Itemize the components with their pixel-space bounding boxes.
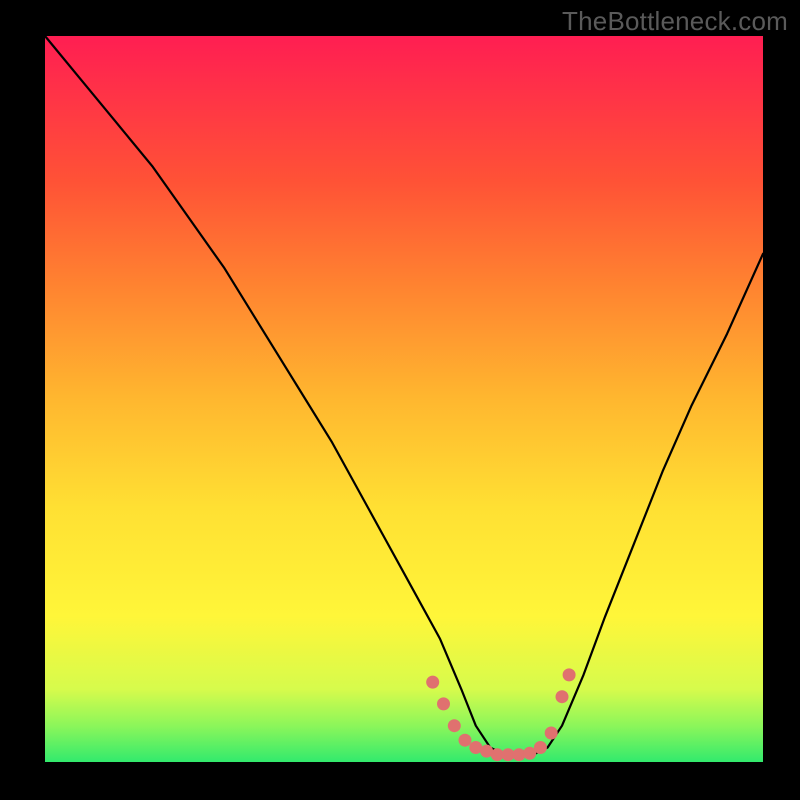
highlight-dot <box>545 727 558 740</box>
bottleneck-chart <box>0 0 800 800</box>
highlight-dot <box>534 741 547 754</box>
highlight-dot <box>426 676 439 689</box>
highlight-dot <box>448 719 461 732</box>
highlight-dot <box>437 697 450 710</box>
watermark-label: TheBottleneck.com <box>562 6 788 37</box>
highlight-dot <box>563 668 576 681</box>
plot-background <box>45 36 763 762</box>
highlight-dot <box>556 690 569 703</box>
chart-container: TheBottleneck.com <box>0 0 800 800</box>
highlight-dot <box>459 734 472 747</box>
